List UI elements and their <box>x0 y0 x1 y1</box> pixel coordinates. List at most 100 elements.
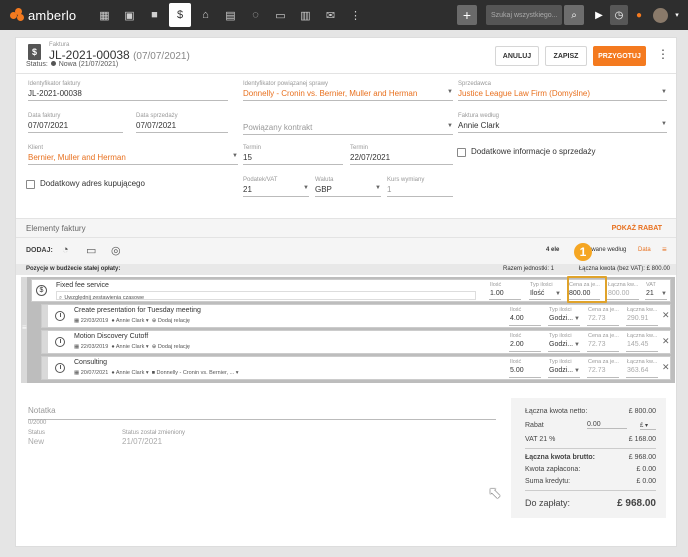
more-options-icon[interactable]: ⋮ <box>657 47 669 61</box>
entry-title: Create presentation for Tuesday meeting <box>74 307 201 314</box>
extra-sale-info-checkbox[interactable] <box>457 148 466 157</box>
user-avatar[interactable] <box>653 7 668 23</box>
matter-select[interactable]: Donnelly - Cronin vs. Bernier, Muller an… <box>243 89 453 101</box>
include-time-entries-field[interactable]: ⌕ Uwzględnij zestawienia czasowe <box>56 291 476 301</box>
matters-icon[interactable]: ■ <box>142 0 167 30</box>
drag-handle-icon[interactable]: ≡ <box>22 323 27 332</box>
chevron-down-icon: ▼ <box>661 89 667 95</box>
entry-title: Consulting <box>74 359 108 366</box>
search-icon[interactable]: ⌕ <box>564 5 584 25</box>
total-units: Razem jednostki: 1 <box>503 266 555 272</box>
notifications-icon[interactable]: ● <box>630 5 648 25</box>
sale-date-field[interactable]: 07/07/2021 <box>136 121 228 133</box>
vat-row: VAT 21 % £ 168.00 <box>525 436 656 443</box>
discount-unit-select[interactable]: £ ▾ <box>640 422 656 430</box>
billing-icon[interactable]: $ <box>169 3 191 27</box>
entry-user[interactable]: Annie Clark <box>116 344 144 350</box>
add-time-icon[interactable]: ◔ <box>62 244 69 256</box>
net-total-value: £ 800.00 <box>628 408 656 415</box>
step-badge: 1 <box>574 243 592 261</box>
entry-qty-field[interactable]: Ilość 4.00 <box>509 306 541 326</box>
exchange-rate-field[interactable]: 1 <box>387 185 453 197</box>
cancel-button[interactable]: ANULUJ <box>495 46 539 66</box>
entry-unit-type-select[interactable]: Typ ilości Godzi... ▼ <box>548 332 580 352</box>
entry-unit-type-value: Godzi... <box>549 315 574 322</box>
entry-relation[interactable]: Dodaj relację <box>158 344 190 350</box>
term-date-field[interactable]: 22/07/2021 <box>350 153 453 165</box>
entry-total-label: Łączna kw... <box>627 333 658 339</box>
entry-relation[interactable]: Donnelly - Cronin vs. Bernier, ... <box>157 370 235 376</box>
dashboard-icon[interactable]: ▦ <box>92 0 117 30</box>
invoice-date-field[interactable]: 07/07/2021 <box>28 121 123 133</box>
more-icon[interactable]: ⋮ <box>343 0 368 30</box>
contacts-icon[interactable]: ▣ <box>117 0 142 30</box>
top-navigation-bar: amberlo ▦ ▣ ■ $ ⌂ ▤ ◌ ▭ ▥ ✉ ⋮ + Szukaj w… <box>0 0 688 30</box>
fixed-vat-select[interactable]: VAT 21 ▼ <box>645 281 667 300</box>
entry-qty-field[interactable]: Ilość 2.00 <box>509 332 541 352</box>
currency-label: Waluta <box>315 177 334 183</box>
documents-icon[interactable]: ▥ <box>293 0 318 30</box>
fixed-fee-title: Fixed fee service <box>56 282 109 289</box>
entry-unit-type-select[interactable]: Typ ilości Godzi... ▼ <box>548 358 580 378</box>
show-discount-button[interactable]: POKAŻ RABAT <box>612 225 662 232</box>
folder-icon[interactable]: ▭ <box>268 0 293 30</box>
gross-total-value: £ 968.00 <box>628 454 656 461</box>
add-fixed-fee-icon[interactable]: ◎ <box>111 244 121 257</box>
close-icon[interactable]: ✕ <box>662 336 670 347</box>
vat-select[interactable]: 21 ▼ <box>243 185 309 197</box>
vat-summary-label: VAT 21 % <box>525 436 556 443</box>
contract-select[interactable]: Powiązany kontrakt ▼ <box>243 123 453 135</box>
close-icon[interactable]: ✕ <box>662 310 670 321</box>
entry-relation[interactable]: Dodaj relację <box>158 318 190 324</box>
notes-textarea[interactable] <box>28 416 496 420</box>
paid-row: Kwota zapłacona: £ 0.00 <box>525 466 656 473</box>
user-icon: ● <box>111 370 115 376</box>
fixed-qty-field[interactable]: Ilość 1.00 <box>489 281 521 300</box>
currency-select[interactable]: GBP ▼ <box>315 185 381 197</box>
entry-unit-price-field[interactable]: Cena za je... 72.73 <box>587 332 619 352</box>
calendar-icon[interactable]: ▤ <box>218 0 243 30</box>
play-timer-icon[interactable]: ▶ <box>590 5 608 25</box>
stopwatch-icon[interactable]: ◷ <box>610 5 628 25</box>
sale-date-label: Data sprzedaży <box>136 113 178 119</box>
global-search-input[interactable]: Szukaj wszystkiego... <box>486 5 562 25</box>
clock-icon <box>55 311 65 321</box>
time-entry-row[interactable]: Create presentation for Tuesday meeting … <box>41 304 671 328</box>
entry-total-label: Łączna kw... <box>627 307 658 313</box>
sort-select[interactable]: Data <box>638 247 651 253</box>
entry-user[interactable]: Annie Clark <box>116 318 144 324</box>
term-field[interactable]: 15 <box>243 153 343 165</box>
entry-unit-price-field[interactable]: Cena za je... 72.73 <box>587 358 619 378</box>
clock-icon <box>55 363 65 373</box>
chat-icon[interactable]: ◌ <box>243 0 268 30</box>
bank-icon[interactable]: ⌂ <box>193 0 218 30</box>
drag-handle-icon[interactable] <box>42 357 48 379</box>
seller-select[interactable]: Justice League Law Firm (Domyślne) ▼ <box>458 89 667 101</box>
app-logo[interactable]: amberlo <box>10 8 92 23</box>
client-select[interactable]: Bernier, Muller and Herman ▼ <box>28 153 238 165</box>
entry-unit-price-field[interactable]: Cena za je... 72.73 <box>587 306 619 326</box>
time-entry-row[interactable]: Consulting ▦ 20/07/2021 ● Annie Clark ▾ … <box>41 356 671 380</box>
add-expense-icon[interactable]: ▭ <box>86 244 96 257</box>
logo-text: amberlo <box>28 7 77 23</box>
sort-direction-icon[interactable]: ≡ <box>662 245 667 254</box>
drag-handle-icon[interactable] <box>42 305 48 327</box>
chevron-down-icon[interactable]: ▾ <box>668 5 686 25</box>
mail-icon[interactable]: ✉ <box>318 0 343 30</box>
save-button[interactable]: ZAPISZ <box>545 46 587 66</box>
entry-qty-field[interactable]: Ilość 5.00 <box>509 358 541 378</box>
discount-label: Rabat <box>525 422 544 429</box>
extra-buyer-address-checkbox[interactable] <box>26 180 35 189</box>
time-entry-row[interactable]: Motion Discovery Cutoff ▦ 22/03/2019 ● A… <box>41 330 671 354</box>
entry-user[interactable]: Annie Clark <box>116 370 144 376</box>
fixed-unit-type-select[interactable]: Typ ilości Ilość ▼ <box>529 281 561 300</box>
invoice-id-field[interactable]: JL-2021-00038 <box>28 89 228 101</box>
discount-field[interactable]: 0.00 <box>587 421 627 429</box>
prepare-button[interactable]: PRZYGOTUJ <box>593 46 646 66</box>
create-new-button[interactable]: + <box>457 5 477 25</box>
drag-handle-icon[interactable] <box>42 331 48 353</box>
entry-unit-type-select[interactable]: Typ ilości Godzi... ▼ <box>548 306 580 326</box>
chevron-down-icon: ▼ <box>574 316 580 322</box>
close-icon[interactable]: ✕ <box>662 362 670 373</box>
invoiced-by-select[interactable]: Annie Clark ▼ <box>458 121 667 133</box>
